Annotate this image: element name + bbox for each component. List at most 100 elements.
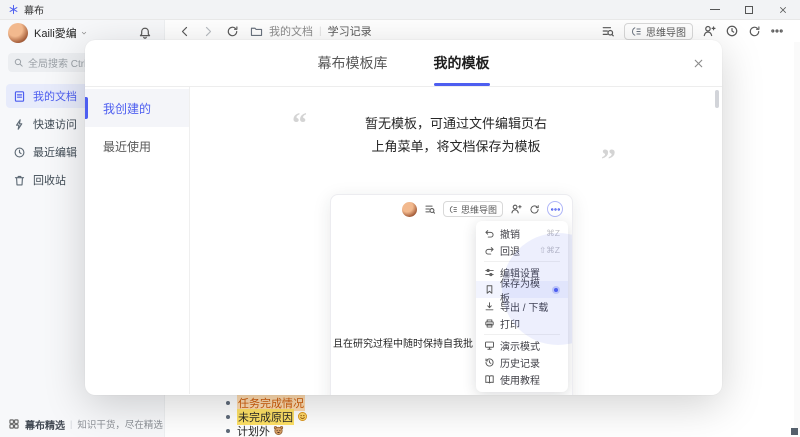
bookmark-icon	[484, 284, 495, 295]
close-icon	[778, 5, 788, 15]
outline-search-icon	[424, 203, 436, 215]
trash-icon	[13, 174, 26, 187]
help-illustration: 思维导图 且在研究过程中随时保持自我批 撤销 ⌘Z	[330, 194, 573, 395]
menu-label: 打印	[500, 316, 520, 331]
lightning-icon	[13, 118, 26, 131]
highlight-dot	[552, 286, 560, 294]
outline-text[interactable]: 计划外	[237, 423, 270, 437]
toolbar-actions: 思维导图	[601, 23, 784, 40]
back-button[interactable]	[178, 25, 191, 38]
featured-subtitle: 知识干货，尽在精选	[77, 417, 163, 431]
app-logo-icon	[8, 4, 19, 15]
menu-label: 历史记录	[500, 355, 540, 370]
outline-item[interactable]: 计划外	[226, 424, 308, 437]
tab-my-templates[interactable]: 我的模板	[434, 53, 490, 86]
minimize-icon	[710, 9, 720, 10]
modal-header: 幕布模板库 我的模板	[85, 40, 722, 87]
bullet-dot[interactable]	[226, 415, 230, 419]
mindmap-toggle-button[interactable]: 思维导图	[624, 23, 693, 40]
menu-item-export-download: 导出 / 下载	[476, 298, 568, 315]
breadcrumb-parent[interactable]: 我的文档	[269, 23, 313, 39]
more-options-button-highlighted	[547, 201, 563, 217]
animal-face-emoji-icon	[273, 425, 284, 436]
templates-panel: “ 暂无模板，可通过文件编辑页右 上角菜单，将文档保存为模板 ” 思维导图	[190, 87, 722, 394]
sidebar-item-label: 我的文档	[33, 88, 77, 104]
menu-item-save-as-template: 保存为模板	[476, 281, 568, 298]
user-avatar[interactable]	[8, 23, 28, 43]
sidebar-item-label: 最近编辑	[33, 144, 77, 160]
empty-line-2: 上角菜单，将文档保存为模板	[306, 136, 606, 159]
window-title: 幕布	[24, 2, 44, 17]
menu-label: 使用教程	[500, 372, 540, 387]
mindmap-icon	[631, 26, 642, 37]
modal-body: 我创建的 最近使用 “ 暂无模板，可通过文件编辑页右 上角菜单，将文档保存为模板…	[85, 87, 722, 394]
filter-created-by-me[interactable]: 我创建的	[85, 89, 189, 127]
folder-icon	[250, 25, 263, 38]
breadcrumb-separator: |	[319, 26, 322, 37]
notification-bell-icon[interactable]	[138, 26, 152, 40]
invite-collaborator-icon	[510, 203, 522, 215]
more-options-icon	[550, 204, 561, 215]
forward-button[interactable]	[202, 25, 215, 38]
shortcut-label: ⌘Z	[546, 228, 560, 239]
window-controls	[698, 0, 800, 19]
resize-grip[interactable]	[791, 428, 798, 435]
featured-title: 幕布精选	[25, 417, 65, 432]
close-icon	[692, 57, 705, 70]
menu-label: 回退	[500, 243, 520, 258]
outline-item[interactable]: 任务完成情况	[226, 396, 308, 409]
templates-modal: 幕布模板库 我的模板 我创建的 最近使用 “ 暂无模板，可通过文件编辑页右 上角…	[85, 40, 722, 395]
history-clock-icon[interactable]	[725, 24, 739, 38]
menu-label: 撤销	[500, 226, 520, 241]
tab-template-library[interactable]: 幕布模板库	[318, 53, 388, 86]
clock-icon	[13, 146, 26, 159]
modal-close-button[interactable]	[688, 53, 708, 73]
filter-recently-used[interactable]: 最近使用	[85, 127, 189, 165]
menu-divider	[484, 261, 560, 262]
window-maximize-button[interactable]	[732, 0, 766, 19]
modal-scrollbar-thumb[interactable]	[715, 90, 719, 108]
sync-icon	[529, 204, 540, 215]
window-scrollbar-track[interactable]	[794, 42, 800, 429]
empty-state-message: “ 暂无模板，可通过文件编辑页右 上角菜单，将文档保存为模板 ”	[306, 113, 606, 159]
quote-close-mark: ”	[601, 145, 616, 175]
outline-search-icon[interactable]	[601, 24, 615, 38]
more-options-icon[interactable]	[770, 24, 784, 38]
window-close-button[interactable]	[766, 0, 800, 19]
illustration-toolbar: 思维导图	[331, 195, 572, 223]
invite-collaborator-icon[interactable]	[702, 24, 716, 38]
smiley-face-emoji-icon	[297, 411, 308, 422]
menu-item-undo: 撤销 ⌘Z	[476, 225, 568, 242]
bullet-dot[interactable]	[226, 401, 230, 405]
mindmap-toggle-button: 思维导图	[443, 201, 503, 217]
shortcut-label: ⇧⌘Z	[539, 245, 560, 256]
grid-icon	[8, 418, 20, 430]
undo-icon	[484, 228, 495, 239]
document-icon	[13, 90, 26, 103]
history-icon	[484, 357, 495, 368]
menu-label: 演示模式	[500, 338, 540, 353]
menu-item-print: 打印	[476, 315, 568, 332]
sliders-icon	[484, 267, 495, 278]
menu-item-tutorial: 使用教程	[476, 371, 568, 388]
maximize-icon	[745, 6, 753, 14]
breadcrumb-current[interactable]: 学习记录	[328, 23, 372, 39]
mindmap-icon	[449, 205, 458, 214]
sync-icon[interactable]	[748, 25, 761, 38]
menu-divider	[484, 334, 560, 335]
printer-icon	[484, 318, 495, 329]
bullet-dot[interactable]	[226, 429, 230, 433]
caret-down-icon	[80, 29, 88, 37]
outline-list: 任务完成情况 未完成原因 计划外	[226, 396, 308, 437]
download-icon	[484, 301, 495, 312]
menu-item-presentation-mode: 演示模式	[476, 337, 568, 354]
refresh-button[interactable]	[226, 25, 239, 38]
sidebar-footer-featured[interactable]: 幕布精选 | 知识干货，尽在精选	[0, 411, 164, 437]
sidebar-item-label: 回收站	[33, 172, 66, 188]
mindmap-label: 思维导图	[461, 203, 497, 216]
window-minimize-button[interactable]	[698, 0, 732, 19]
menu-item-redo: 回退 ⇧⌘Z	[476, 242, 568, 259]
menu-item-history: 历史记录	[476, 354, 568, 371]
outline-item[interactable]: 未完成原因	[226, 410, 308, 423]
presentation-icon	[484, 340, 495, 351]
